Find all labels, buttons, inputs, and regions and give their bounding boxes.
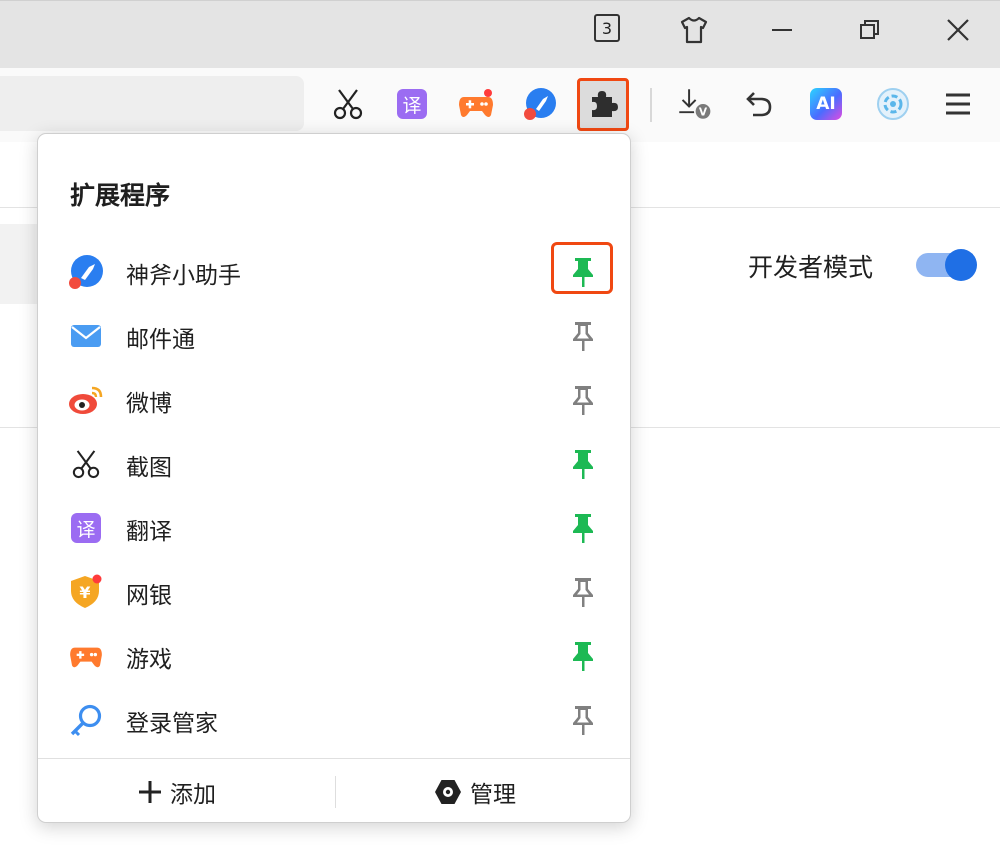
pin-icon: [573, 642, 593, 671]
pin-icon: [573, 322, 593, 351]
menu-toolbar-button[interactable]: [940, 86, 976, 122]
extension-name: 神斧小助手: [126, 263, 241, 289]
dev-mode-label: 开发者模式: [748, 253, 874, 282]
pin-button[interactable]: [568, 574, 598, 610]
translate-icon: 译: [397, 89, 427, 119]
add-label: 添加: [170, 782, 216, 808]
manage-label: 管理: [470, 782, 516, 808]
toggle-knob: [945, 249, 977, 281]
pin-button[interactable]: [568, 638, 598, 674]
pin-icon: [573, 386, 593, 415]
mail-icon: [71, 325, 101, 347]
assistant-toolbar-button[interactable]: [522, 86, 558, 122]
extension-name: 网银: [126, 583, 172, 609]
extension-item-login-manager[interactable]: 登录管家: [38, 688, 630, 752]
download-toolbar-button[interactable]: V: [676, 86, 712, 122]
pin-highlight-frame: [551, 242, 613, 294]
pin-button[interactable]: [568, 446, 598, 482]
extension-name: 微博: [126, 391, 172, 417]
tab-count-button[interactable]: 3: [594, 14, 620, 42]
extension-item-mail[interactable]: 邮件通: [38, 304, 630, 368]
toolbar-separator: [650, 88, 652, 122]
pin-button[interactable]: [568, 510, 598, 546]
extension-item-game[interactable]: 游戏: [38, 624, 630, 688]
minimize-button[interactable]: [752, 1, 812, 59]
address-bar[interactable]: [0, 76, 304, 131]
scissors-icon: [333, 89, 363, 120]
settings-icon: [435, 780, 461, 804]
game-icon: [459, 89, 493, 117]
pin-icon: [573, 578, 593, 607]
translate-icon: 译: [71, 513, 101, 543]
tshirt-icon: [680, 16, 708, 44]
popup-title: 扩展程序: [70, 181, 171, 210]
pin-icon: [573, 514, 593, 543]
extension-item-screenshot[interactable]: 截图: [38, 432, 630, 496]
close-button[interactable]: [928, 1, 988, 59]
extension-item-assistant[interactable]: 神斧小助手: [38, 240, 630, 304]
extension-item-bank[interactable]: ¥ 网银: [38, 560, 630, 624]
ai-toolbar-button[interactable]: AI: [808, 86, 844, 122]
browser-toolbar: 译 V AI: [0, 68, 1000, 142]
assistant-icon: [524, 88, 556, 120]
scissors-icon: [72, 450, 100, 479]
svg-text:¥: ¥: [79, 583, 90, 602]
undo-icon: [746, 92, 772, 117]
extension-item-translate[interactable]: 译 翻译: [38, 496, 630, 560]
screenshot-toolbar-button[interactable]: [330, 86, 366, 122]
extensions-button[interactable]: [577, 78, 629, 131]
menu-icon: [946, 93, 970, 115]
footer-separator: [335, 776, 336, 808]
dev-mode-toggle[interactable]: [914, 249, 977, 281]
close-icon: [947, 19, 969, 41]
pin-button[interactable]: [568, 382, 598, 418]
extension-name: 邮件通: [126, 327, 195, 353]
ai-icon: AI: [810, 88, 842, 120]
restore-icon: [860, 20, 879, 39]
popup-footer-divider: [38, 758, 630, 759]
pin-button[interactable]: [568, 702, 598, 738]
weibo-icon: [69, 386, 103, 414]
cloud-toolbar-button[interactable]: [875, 86, 911, 122]
assistant-icon: [69, 255, 103, 289]
extension-name: 翻译: [126, 519, 172, 545]
translate-toolbar-button[interactable]: 译: [394, 86, 430, 122]
pin-icon: [573, 450, 593, 479]
extension-name: 截图: [126, 455, 172, 481]
extension-item-weibo[interactable]: 微博: [38, 368, 630, 432]
svg-text:V: V: [699, 105, 708, 118]
plus-icon: [139, 781, 161, 803]
key-icon: [70, 704, 102, 737]
manage-extensions-button[interactable]: 管理: [434, 774, 516, 810]
extension-name: 登录管家: [126, 711, 218, 737]
tab-count: 3: [601, 18, 613, 38]
extensions-popup: 扩展程序 神斧小助手 邮件通 微博 截图 译 翻译 ¥ 网银 游戏 登录管家 添…: [37, 133, 631, 823]
skin-button[interactable]: [664, 1, 724, 59]
bank-shield-icon: ¥: [71, 574, 102, 608]
restore-button[interactable]: [840, 1, 900, 59]
extension-name: 游戏: [126, 647, 172, 673]
game-toolbar-button[interactable]: [458, 86, 494, 122]
pin-button[interactable]: [568, 318, 598, 354]
pin-icon: [573, 706, 593, 735]
extensions-icon: [592, 91, 618, 117]
download-icon: V: [679, 89, 712, 121]
undo-toolbar-button[interactable]: [740, 86, 776, 122]
add-extension-button[interactable]: 添加: [138, 774, 216, 810]
cloud-icon: [877, 88, 909, 120]
title-bar: 3: [0, 0, 1000, 68]
game-icon: [70, 647, 102, 668]
minimize-icon: [772, 29, 792, 31]
